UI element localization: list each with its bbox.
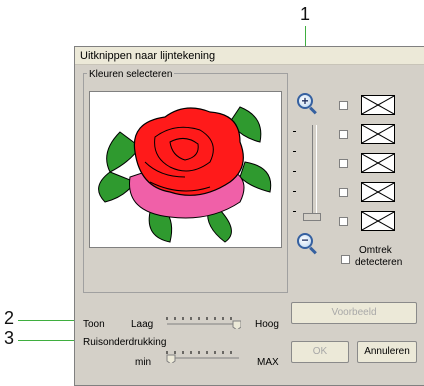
swatch-checkbox[interactable] (339, 159, 348, 168)
callout-3-leader (18, 340, 82, 341)
callout-2-leader (18, 320, 82, 321)
zoom-out-button[interactable]: − (297, 233, 317, 255)
swatch-empty[interactable] (361, 182, 395, 202)
swatch-checkbox[interactable] (339, 130, 348, 139)
ok-button[interactable]: OK (291, 341, 349, 363)
zoom-slider[interactable] (312, 125, 317, 217)
swatch-empty[interactable] (361, 95, 395, 115)
noise-max-label: MAX (257, 357, 279, 368)
outline-label-line2: detecteren (355, 257, 403, 268)
image-preview (89, 91, 282, 248)
noise-min-label: min (135, 357, 152, 368)
swatch-list (337, 95, 417, 240)
swatch-checkbox[interactable] (339, 188, 348, 197)
zoom-in-button[interactable]: + (297, 93, 317, 115)
outline-label-line1: Omtrek (359, 245, 392, 256)
cancel-button[interactable]: Annuleren (357, 341, 417, 363)
noise-label: Ruisonderdrukking (83, 337, 167, 348)
tone-high-label: Hoog (255, 319, 279, 330)
zoom-slider-thumb[interactable] (303, 213, 321, 221)
noise-slider[interactable] (165, 347, 241, 365)
group-label: Kleuren selecteren (87, 69, 175, 80)
dialog-title: Uitknippen naar lijntekening (75, 47, 424, 65)
swatch-checkbox[interactable] (339, 217, 348, 226)
tone-label: Toon (83, 319, 105, 330)
swatch-empty[interactable] (361, 153, 395, 173)
callout-3: 3 (4, 328, 15, 348)
swatch-empty[interactable] (361, 211, 395, 231)
tone-slider[interactable] (165, 313, 242, 331)
rose-image (98, 106, 272, 243)
callout-2: 2 (4, 308, 15, 328)
dialog-window: Uitknippen naar lijntekening Kleuren sel… (74, 46, 424, 386)
callout-1: 1 (300, 4, 311, 24)
swatch-empty[interactable] (361, 124, 395, 144)
preview-button[interactable]: Voorbeeld (291, 302, 417, 324)
tone-low-label: Laag (131, 319, 154, 330)
swatch-checkbox[interactable] (339, 101, 348, 110)
outline-detect-checkbox[interactable] (341, 255, 350, 264)
